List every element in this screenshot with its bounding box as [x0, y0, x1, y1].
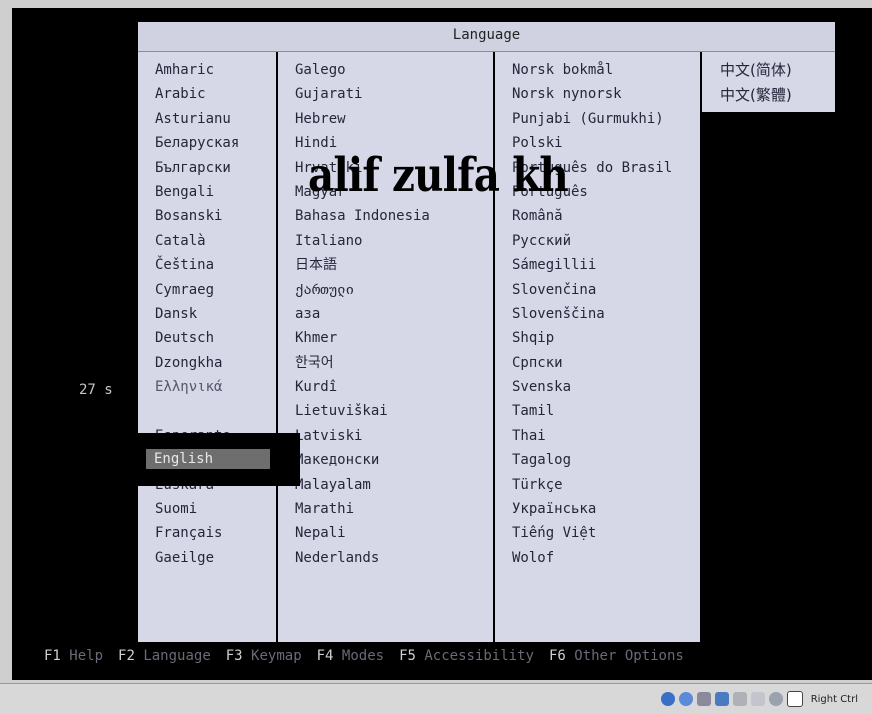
shared-folders-icon[interactable] [732, 692, 747, 706]
language-column-3: Norsk bokmål Norsk nynorsk Punjabi (Gurmuk… [495, 52, 700, 642]
language-item[interactable]: Deutsch [138, 326, 276, 350]
language-item[interactable]: 中文(繁體) [702, 83, 835, 108]
language-item[interactable]: Tagalog [495, 448, 700, 472]
overlay-caption: alif zulfa kh [308, 148, 569, 203]
language-item[interactable]: Gaeilge [138, 546, 276, 570]
virtualbox-window: Language Amharic Arabic Asturianu Беларуска… [0, 0, 872, 714]
function-key-code: F5 [399, 648, 416, 664]
function-key-code: F6 [548, 648, 566, 664]
language-dialog: Language Amharic Arabic Asturianu Беларуска… [138, 22, 835, 647]
language-item[interactable]: Slovenčina [495, 278, 700, 302]
language-item[interactable]: Arabic [138, 82, 276, 106]
language-item[interactable] [138, 399, 276, 423]
function-key-f6[interactable]: F6 Other Options [549, 648, 684, 664]
hard-disk-icon[interactable] [660, 692, 675, 706]
function-key-f4[interactable]: F4 Modes [317, 648, 384, 664]
function-key-code: F4 [316, 648, 334, 664]
language-item[interactable]: Sámegillii [495, 253, 700, 277]
language-item[interactable]: Lietuviškai [278, 399, 493, 423]
language-item[interactable]: Norsk bokmål [495, 58, 700, 82]
language-item[interactable]: Kurdî [278, 375, 493, 399]
function-key-label: Modes [341, 648, 385, 664]
keyboard-capture-icon[interactable] [786, 691, 803, 707]
language-item[interactable]: ქართული [278, 278, 493, 302]
language-item[interactable]: Nepali [278, 521, 493, 545]
language-item[interactable]: Македонски [278, 448, 493, 472]
status-tray: Right Ctrl [660, 690, 858, 708]
host-key-label: Right Ctrl [810, 693, 858, 705]
language-item[interactable]: Wolof [495, 546, 700, 570]
boot-countdown: 27 s [79, 382, 113, 398]
function-key-f5[interactable]: F5 Accessibility [399, 648, 534, 664]
language-item[interactable]: Українська [495, 497, 700, 521]
language-item[interactable]: Беларуская [138, 131, 276, 155]
function-key-label: Keymap [251, 648, 302, 664]
language-item[interactable]: Nederlands [278, 546, 493, 570]
language-item[interactable]: Dansk [138, 302, 276, 326]
usb-icon[interactable] [696, 692, 711, 706]
function-key-label: Other Options [574, 648, 684, 664]
language-item[interactable]: 中文(简体) [702, 58, 835, 83]
language-item[interactable]: Tamil [495, 399, 700, 423]
function-key-f2[interactable]: F2 Language [118, 648, 211, 664]
language-item[interactable]: Galego [278, 58, 493, 82]
language-item[interactable]: Català [138, 229, 276, 253]
language-item[interactable]: Română [495, 204, 700, 228]
language-item[interactable]: Suomi [138, 497, 276, 521]
language-item[interactable]: Hebrew [278, 107, 493, 131]
language-item[interactable]: Bengali [138, 180, 276, 204]
language-column-4: 中文(简体) 中文(繁體) [702, 52, 835, 112]
optical-drive-icon[interactable] [678, 692, 693, 706]
selection-highlight: English [138, 433, 300, 486]
function-key-code: F2 [118, 648, 135, 664]
display-icon[interactable] [750, 692, 765, 706]
language-item[interactable]: Ελληνικά [138, 375, 276, 399]
language-item[interactable]: 한국어 [278, 351, 493, 375]
function-key-code: F3 [225, 648, 243, 664]
language-item[interactable]: Italiano [278, 229, 493, 253]
language-item[interactable]: Српски [495, 351, 700, 375]
language-item[interactable]: Latviski [278, 424, 493, 448]
selected-language-item[interactable]: English [146, 449, 270, 469]
function-key-f1[interactable]: F1 Help [44, 648, 103, 664]
dialog-title-bar: Language [138, 22, 835, 52]
function-key-code: F1 [44, 648, 61, 664]
language-column-2: Galego Gujarati Hebrew Hindi Hrvatski Magyar B… [278, 52, 493, 642]
language-item[interactable]: Tiếng Việt [495, 521, 700, 545]
language-item[interactable]: Русский [495, 229, 700, 253]
function-key-f3[interactable]: F3 Keymap [226, 648, 302, 664]
language-column-1: Amharic Arabic Asturianu Беларуская Българск… [138, 52, 276, 642]
language-item[interactable]: Norsk nynorsk [495, 82, 700, 106]
language-item[interactable]: 日本語 [278, 253, 493, 277]
dialog-title: Language [452, 27, 521, 43]
function-key-label: Accessibility [424, 648, 534, 664]
function-key-label: Help [69, 648, 104, 664]
language-item[interactable]: Български [138, 156, 276, 180]
language-item[interactable]: Bosanski [138, 204, 276, 228]
mouse-integration-icon[interactable] [768, 692, 783, 706]
language-item[interactable]: Shqip [495, 326, 700, 350]
language-item[interactable]: аза [278, 302, 493, 326]
language-item[interactable]: Français [138, 521, 276, 545]
language-item[interactable]: Türkçe [495, 473, 700, 497]
language-item[interactable]: Gujarati [278, 82, 493, 106]
language-item[interactable]: Bahasa Indonesia [278, 204, 493, 228]
language-item[interactable]: Khmer [278, 326, 493, 350]
language-item[interactable]: Marathi [278, 497, 493, 521]
vm-screen[interactable]: Language Amharic Arabic Asturianu Беларуска… [12, 8, 872, 680]
vm-status-bar: Right Ctrl [0, 683, 872, 714]
language-item[interactable]: Slovenščina [495, 302, 700, 326]
language-item[interactable]: Svenska [495, 375, 700, 399]
language-item[interactable]: Cymraeg [138, 278, 276, 302]
network-icon[interactable] [714, 692, 729, 706]
language-item[interactable]: Dzongkha [138, 351, 276, 375]
language-item[interactable]: Čeština [138, 253, 276, 277]
language-item[interactable]: Amharic [138, 58, 276, 82]
language-item[interactable]: Asturianu [138, 107, 276, 131]
language-item[interactable]: Malayalam [278, 473, 493, 497]
function-key-label: Language [143, 648, 211, 664]
language-item[interactable]: Thai [495, 424, 700, 448]
language-item[interactable]: Punjabi (Gurmukhi) [495, 107, 700, 131]
function-key-bar: F1 Help F2 Language F3 Keymap F4 Modes F5 Ac… [44, 648, 699, 670]
